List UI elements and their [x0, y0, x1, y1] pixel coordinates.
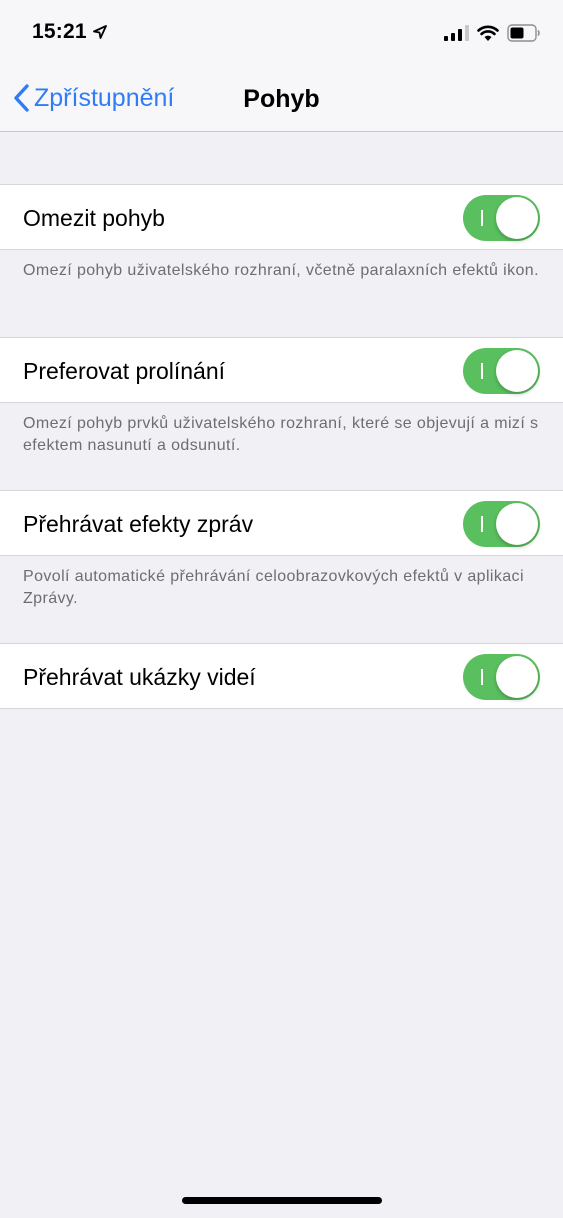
- setting-group-message-effects: Přehrávat efekty zpráv Povolí automatick…: [0, 490, 563, 643]
- status-icons: [444, 24, 541, 42]
- cellular-signal-icon: [444, 25, 469, 41]
- setting-row-reduce-motion: Omezit pohyb: [0, 184, 563, 250]
- toggle-on-mark: [481, 363, 483, 379]
- prefer-cross-fade-toggle[interactable]: [463, 348, 540, 394]
- setting-label: Preferovat prolínání: [23, 358, 226, 384]
- wifi-icon: [477, 25, 499, 41]
- setting-footer: Povolí automatické přehrávání celoobrazo…: [23, 568, 524, 607]
- setting-row-message-effects: Přehrávat efekty zpráv: [0, 490, 563, 556]
- setting-group-prefer-cross-fade: Preferovat prolínání Omezí pohyb prvků u…: [0, 337, 563, 490]
- navigation-bar: Zpřístupnění Pohyb: [0, 66, 563, 132]
- page-title-text: Pohyb: [243, 85, 320, 113]
- toggle-knob: [496, 350, 538, 392]
- message-effects-toggle[interactable]: [463, 501, 540, 547]
- battery-icon: [507, 24, 540, 42]
- setting-group-reduce-motion: Omezit pohyb Omezí pohyb uživatelského r…: [0, 184, 563, 337]
- toggle-knob: [496, 503, 538, 545]
- home-indicator[interactable]: [182, 1197, 382, 1204]
- setting-footer: Omezí pohyb uživatelského rozhraní, včet…: [23, 262, 539, 279]
- page-title: Pohyb: [0, 85, 563, 114]
- top-spacer: [0, 133, 563, 184]
- location-arrow-icon: [92, 25, 107, 39]
- setting-label: Přehrávat efekty zpráv: [23, 511, 254, 537]
- video-previews-toggle[interactable]: [463, 654, 540, 700]
- setting-row-video-previews: Přehrávat ukázky videí: [0, 643, 563, 709]
- reduce-motion-toggle[interactable]: [463, 195, 540, 241]
- setting-label: Omezit pohyb: [23, 205, 165, 231]
- status-time: 15:21: [32, 20, 87, 43]
- setting-footer: Omezí pohyb prvků uživatelského rozhraní…: [23, 415, 539, 454]
- toggle-on-mark: [481, 516, 483, 532]
- setting-group-video-previews: Přehrávat ukázky videí: [0, 643, 563, 709]
- setting-label: Přehrávat ukázky videí: [23, 664, 256, 690]
- toggle-on-mark: [481, 669, 483, 685]
- toggle-knob: [496, 197, 538, 239]
- toggle-knob: [496, 656, 538, 698]
- setting-row-prefer-cross-fade: Preferovat prolínání: [0, 337, 563, 403]
- clock: 15:21: [32, 20, 107, 44]
- toggle-on-mark: [481, 210, 483, 226]
- settings-list: Omezit pohyb Omezí pohyb uživatelského r…: [0, 133, 563, 709]
- status-bar: 15:21: [0, 0, 563, 66]
